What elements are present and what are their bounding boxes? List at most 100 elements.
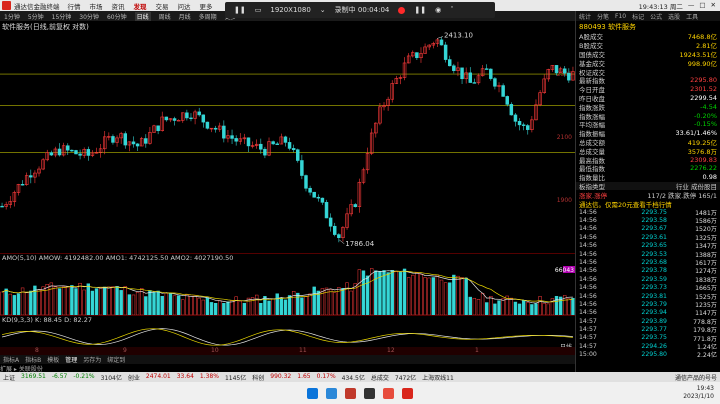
tick-time: 14:56 — [579, 217, 597, 225]
tick-time: 14:56 — [579, 242, 597, 250]
minimize-icon[interactable]: — — [688, 1, 695, 11]
candle-body — [201, 114, 206, 123]
indicator-tab-0[interactable]: 指标A — [3, 355, 19, 364]
volume-bar — [390, 269, 394, 315]
kd-line — [2, 328, 573, 346]
terminal-icon[interactable] — [364, 387, 375, 399]
candle-body — [526, 125, 530, 130]
volume-bar — [185, 294, 189, 315]
indicator-tab-1[interactable]: 指标B — [25, 355, 41, 364]
record-app-icon[interactable] — [383, 387, 394, 399]
chevron-down-icon[interactable]: ⌄ — [320, 6, 326, 14]
promo-banner[interactable]: 通达信。仅需20元查看千档行情 — [576, 199, 720, 209]
candle-body — [74, 150, 78, 155]
tick-time: 14:56 — [579, 267, 597, 275]
pause-icon[interactable]: ❚❚ — [234, 6, 246, 14]
period-6[interactable]: 周线 — [159, 12, 171, 21]
tick-price: 2293.73 — [641, 284, 667, 292]
candlestick-chart[interactable]: 2300210019002413.101786.04 — [0, 22, 575, 252]
camera-icon[interactable]: ◉ — [435, 6, 441, 14]
candle-body — [320, 197, 325, 203]
period-1[interactable]: 5分钟 — [28, 12, 44, 21]
volume-bar — [135, 291, 140, 315]
right-tab-5[interactable]: 选股 — [668, 12, 680, 21]
candle-body — [86, 149, 91, 156]
recording-status: 录制中 00:04:04 — [334, 6, 390, 14]
volume-bar — [435, 274, 440, 315]
stop-record-button[interactable] — [398, 6, 406, 14]
volume-bar — [49, 282, 54, 315]
edge-icon[interactable] — [326, 387, 337, 399]
indicator-tab-4[interactable]: 另存为 — [83, 355, 101, 364]
right-tab-4[interactable]: 公式 — [650, 12, 662, 21]
stat-value: 2309.83 — [690, 155, 717, 164]
volume-bar — [74, 288, 78, 315]
menu-item-4[interactable]: 交易 — [156, 3, 169, 11]
start-icon[interactable] — [307, 387, 318, 399]
candle-body — [505, 96, 509, 105]
candle-body — [296, 149, 300, 161]
right-tab-1[interactable]: 分笔 — [597, 12, 609, 21]
tick-price: 2293.78 — [641, 267, 667, 275]
volume-bar — [267, 300, 271, 315]
right-tab-0[interactable]: 统计 — [579, 12, 591, 21]
app-logo-icon — [2, 1, 11, 10]
right-tab-3[interactable]: 标记 — [632, 12, 644, 21]
menu-item-5[interactable]: 问达 — [178, 3, 191, 11]
candle-body — [324, 202, 329, 219]
period-7[interactable]: 月线 — [179, 12, 191, 21]
recording-resolution[interactable]: 1920X1080 — [270, 6, 310, 14]
period-4[interactable]: 60分钟 — [107, 12, 127, 21]
period-0[interactable]: 1分钟 — [4, 12, 20, 21]
right-tab-2[interactable]: F10 — [615, 13, 626, 20]
indicator-tab-5[interactable]: 绑定到 — [107, 355, 125, 364]
tick-time: 14:56 — [579, 233, 597, 241]
volume-bar — [513, 301, 518, 315]
window-time: 19:43:13 周二 — [638, 2, 683, 11]
volume-bar — [357, 269, 362, 315]
collapse-icon[interactable]: ˆ — [450, 6, 454, 14]
candle-body — [460, 67, 464, 80]
pause-record-icon[interactable]: ❚❚ — [414, 6, 426, 14]
indicator-tab-3[interactable]: 管理 — [65, 355, 77, 364]
candle-body — [328, 217, 333, 227]
maximize-icon[interactable]: □ — [699, 1, 705, 11]
candle-body — [0, 205, 4, 208]
menu-item-2[interactable]: 资讯 — [112, 3, 125, 11]
candle-body — [185, 112, 189, 119]
volume-bar — [485, 302, 489, 315]
period-3[interactable]: 30分钟 — [79, 12, 99, 21]
volume-bar — [304, 296, 308, 315]
x-tick-label: 12 — [387, 347, 395, 354]
status-item: 990.32 — [270, 372, 292, 380]
status-item: 1.38% — [199, 372, 219, 380]
menu-item-1[interactable]: 市场 — [90, 3, 103, 11]
right-panel-tabs: 统计 分笔 F10 标记 公式 选股 工具 — [576, 11, 720, 21]
candle-body — [135, 143, 140, 147]
period-2[interactable]: 15分钟 — [52, 12, 72, 21]
volume-bar — [86, 283, 90, 315]
y-tick-label: 1900 — [557, 197, 572, 204]
stat-value: 0.98 — [702, 173, 717, 182]
candle-body — [205, 121, 210, 129]
period-8[interactable]: 多周期 — [199, 12, 217, 21]
menu-item-6[interactable]: 更多 — [200, 3, 213, 11]
right-tab-6[interactable]: 工具 — [686, 12, 698, 21]
chart-title: 软件服务(日线,前复权 对数) — [2, 23, 89, 31]
extension-line[interactable]: 扩展 ▸ 关联股份 — [0, 364, 575, 373]
menu-item-0[interactable]: 行情 — [68, 3, 81, 11]
close-icon[interactable]: ✕ — [711, 1, 716, 11]
candle-body — [501, 85, 505, 97]
volume-bar — [402, 268, 407, 315]
volume-bar — [131, 294, 136, 315]
volume-bar — [82, 289, 86, 315]
indicator-tab-2[interactable]: 模板 — [47, 355, 59, 364]
tick-price: 2293.77 — [641, 326, 667, 334]
app-icon-1[interactable] — [345, 387, 356, 399]
period-5[interactable]: 日线 — [134, 11, 151, 21]
volume-chart[interactable]: 66043 — [0, 253, 575, 315]
market-status-bar: 上证 3169.51 -6.57 -0.21% 3104亿 创业 2474.01 33.64 1… — [0, 372, 720, 382]
menu-item-3[interactable]: 发现 — [134, 3, 147, 11]
tdx-app-icon[interactable] — [402, 387, 413, 399]
candle-body — [316, 196, 321, 199]
